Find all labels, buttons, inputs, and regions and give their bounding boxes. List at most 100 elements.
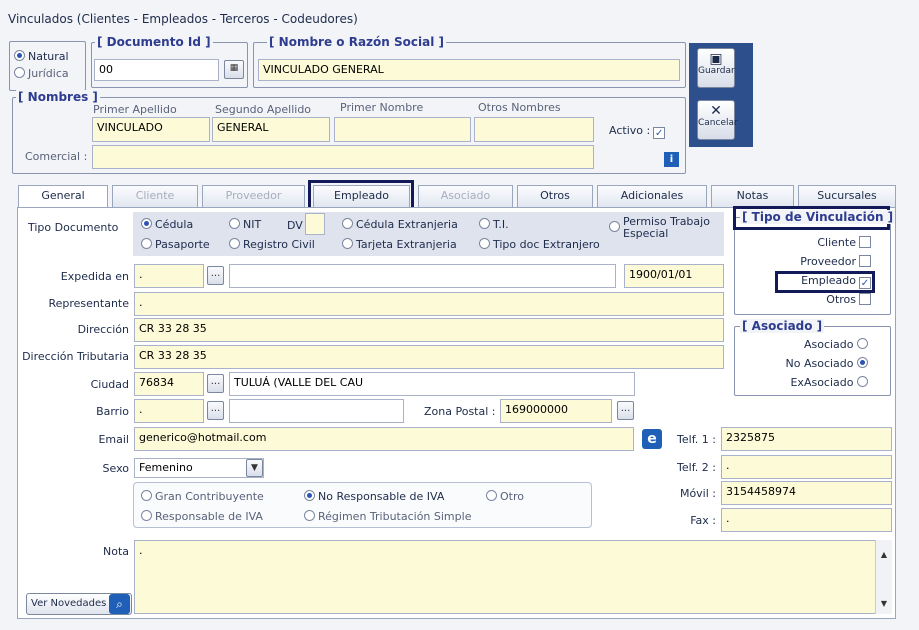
primer-nombre-label: Primer Nombre	[340, 101, 424, 114]
telf1-label: Telf. 1 :	[677, 433, 716, 446]
ciudad-code-input[interactable]: 76834	[134, 372, 204, 396]
primer-apellido-input[interactable]: VINCULADO	[92, 117, 210, 142]
close-icon: ✕	[710, 103, 722, 119]
guardar-button[interactable]: ▣ Guardar	[697, 48, 735, 88]
direccion-input[interactable]: CR 33 28 35	[134, 318, 724, 342]
check-proveedor[interactable]: Proveedor	[740, 255, 871, 268]
info-icon[interactable]: i	[664, 152, 679, 167]
check-cliente[interactable]: Cliente	[740, 236, 871, 249]
radio-gran-contribuyente[interactable]: Gran Contribuyente	[141, 490, 264, 503]
telf2-label: Telf. 2 :	[677, 461, 716, 474]
sexo-label: Sexo	[102, 462, 129, 475]
persona-type-group	[9, 41, 86, 91]
radio-juridica[interactable]: Jurídica	[14, 67, 69, 80]
ciudad-lookup-button[interactable]: ...	[207, 374, 224, 393]
tab-adicionales[interactable]: Adicionales	[597, 185, 707, 207]
radio-nit[interactable]: NIT	[229, 218, 261, 231]
dv-label: DV	[287, 219, 303, 232]
chevron-down-icon[interactable]: ▼	[246, 459, 263, 477]
tab-cliente[interactable]: Cliente	[112, 185, 198, 207]
expedida-input[interactable]: .	[134, 264, 204, 288]
radio-no-responsable-iva[interactable]: No Responsable de IVA	[304, 490, 444, 503]
barrio-input[interactable]: .	[134, 399, 204, 423]
tipo-doc-label: Tipo Documento	[28, 221, 119, 234]
email-input[interactable]: generico@hotmail.com	[134, 427, 634, 451]
representante-input[interactable]: .	[134, 292, 724, 316]
segundo-apellido-label: Segundo Apellido	[215, 103, 312, 116]
radio-otro[interactable]: Otro	[486, 490, 524, 503]
telf2-input[interactable]: .	[721, 455, 892, 479]
radio-ti[interactable]: T.I.	[479, 218, 509, 231]
primer-nombre-input[interactable]	[334, 117, 471, 142]
expedida-name-input[interactable]	[229, 264, 616, 288]
radio-cedula-extranjeria[interactable]: Cédula Extranjeria	[342, 218, 458, 231]
calculator-icon[interactable]: ▦	[224, 60, 244, 79]
radio-regimen-simple[interactable]: Régimen Tributación Simple	[304, 510, 471, 523]
window-title: Vinculados (Clientes - Empleados - Terce…	[8, 12, 358, 26]
search-icon[interactable]: ⌕	[109, 594, 130, 614]
direccion-tributaria-input[interactable]: CR 33 28 35	[134, 345, 724, 369]
comercial-input[interactable]	[92, 145, 594, 169]
sexo-select[interactable]: Femenino	[134, 458, 264, 478]
dv-input[interactable]	[305, 213, 325, 235]
floppy-icon: ▣	[709, 51, 723, 67]
representante-label: Representante	[48, 297, 129, 310]
nombre-input[interactable]: VINCULADO GENERAL	[258, 59, 680, 81]
movil-input[interactable]: 3154458974	[721, 481, 892, 505]
direccion-tributaria-label: Dirección Tributaria	[22, 350, 129, 363]
nota-scrollbar[interactable]: ▲ ▼	[875, 540, 892, 614]
ciudad-name-input[interactable]: TULUÁ (VALLE DEL CAU	[229, 372, 635, 396]
tab-sucursales[interactable]: Sucursales	[798, 185, 896, 207]
zona-postal-input[interactable]: 169000000	[500, 399, 612, 423]
tab-general[interactable]: General	[18, 185, 108, 208]
empleado-tab-highlight	[308, 180, 414, 210]
zona-postal-label: Zona Postal :	[424, 405, 496, 418]
nombre-legend: [ Nombre o Razón Social ]	[267, 35, 446, 49]
movil-label: Móvil :	[679, 487, 716, 500]
fax-input[interactable]: .	[721, 508, 892, 532]
activo-label[interactable]: Activo : ✓	[609, 124, 666, 139]
asociado-legend: [ Asociado ]	[740, 319, 825, 333]
tab-proveedor[interactable]: Proveedor	[202, 185, 305, 207]
radio-responsable-iva[interactable]: Responsable de IVA	[141, 510, 263, 523]
direccion-label: Dirección	[77, 323, 129, 336]
radio-registro-civil[interactable]: Registro Civil	[229, 238, 315, 251]
nota-label: Nota	[102, 545, 129, 558]
comercial-label: Comercial :	[25, 150, 88, 163]
expedida-label: Expedida en	[60, 270, 129, 283]
radio-cedula[interactable]: Cédula	[141, 218, 193, 231]
segundo-apellido-input[interactable]: GENERAL	[212, 117, 330, 142]
cancelar-button[interactable]: ✕ Cancelar	[697, 100, 738, 140]
otros-nombres-label: Otros Nombres	[478, 101, 561, 114]
check-otros[interactable]: Otros	[740, 293, 871, 306]
radio-asociado[interactable]: Asociado	[740, 338, 871, 351]
otros-nombres-input[interactable]	[474, 117, 594, 142]
telf1-input[interactable]: 2325875	[721, 427, 892, 451]
tab-notas[interactable]: Notas	[711, 185, 794, 207]
tab-otros[interactable]: Otros	[517, 185, 593, 207]
email-icon[interactable]: e	[642, 429, 662, 449]
tab-asociado[interactable]: Asociado	[418, 185, 513, 207]
documento-input[interactable]: 00	[94, 59, 219, 81]
documento-legend: [ Documento Id ]	[95, 35, 213, 49]
radio-permiso-trabajo[interactable]: Permiso Trabajo Especial	[609, 216, 719, 240]
zona-postal-lookup-button[interactable]: ...	[617, 401, 634, 420]
primer-apellido-label: Primer Apellido	[93, 103, 177, 116]
expedida-lookup-button[interactable]: ...	[207, 266, 224, 285]
email-label: Email	[98, 433, 129, 446]
radio-natural[interactable]: Natural	[14, 50, 69, 63]
fax-label: Fax :	[690, 514, 716, 527]
fecha-input[interactable]: 1900/01/01	[624, 264, 724, 288]
nombres-legend: [ Nombres ]	[16, 90, 100, 104]
ciudad-label: Ciudad	[90, 378, 129, 391]
radio-exasociado[interactable]: ExAsociado	[740, 376, 871, 389]
barrio-lookup-button[interactable]: ...	[207, 401, 224, 420]
radio-tipo-doc-extranjero[interactable]: Tipo doc Extranjero	[479, 238, 600, 251]
radio-pasaporte[interactable]: Pasaporte	[141, 238, 210, 251]
vinculacion-legend: [ Tipo de Vinculación ]	[740, 210, 896, 224]
barrio-name-input[interactable]	[229, 399, 404, 423]
barrio-label: Barrio	[96, 405, 129, 418]
radio-no-asociado[interactable]: No Asociado	[740, 357, 871, 370]
radio-tarjeta-extranjeria[interactable]: Tarjeta Extranjeria	[342, 238, 457, 251]
nota-textarea[interactable]: .	[134, 540, 892, 614]
